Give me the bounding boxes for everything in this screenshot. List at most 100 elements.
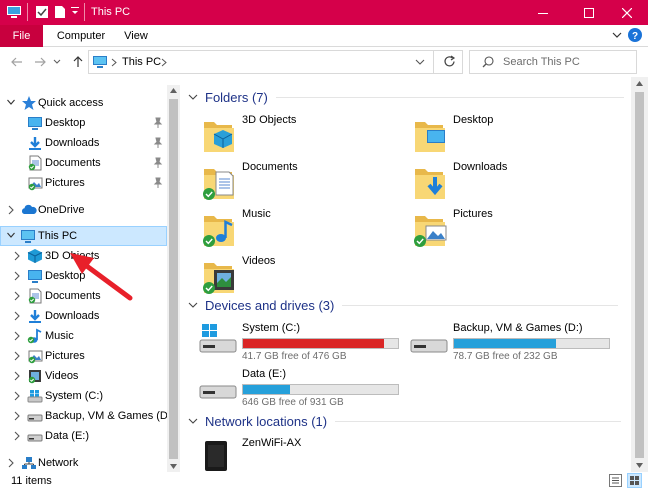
downloads-icon xyxy=(29,310,41,323)
drive-label: Data (E:) xyxy=(242,368,287,380)
pictures-icon xyxy=(28,350,43,364)
tab-file[interactable]: File xyxy=(0,25,43,47)
drive-usage-fill xyxy=(454,339,557,348)
close-button[interactable] xyxy=(604,0,648,25)
address-bar[interactable]: This PC xyxy=(88,50,463,74)
breadcrumb-separator-icon[interactable] xyxy=(111,58,117,67)
sidebar-item-desktop[interactable]: Desktop xyxy=(0,113,167,133)
content-pane[interactable]: Folders (7) 3D Objects Desktop Documents… xyxy=(180,77,631,472)
sidebar-item-data-e[interactable]: Data (E:) xyxy=(0,426,167,446)
folder-documents[interactable]: Documents xyxy=(202,159,402,205)
scrollbar-thumb[interactable] xyxy=(169,99,178,459)
desktop-icon xyxy=(28,270,42,283)
chevron-right-icon xyxy=(14,251,20,261)
pin-icon xyxy=(153,117,163,128)
chevron-right-icon xyxy=(14,371,20,381)
folder-videos[interactable]: Videos xyxy=(202,253,402,299)
drive-free-space: 646 GB free of 931 GB xyxy=(242,397,344,408)
documents-icon xyxy=(28,288,42,304)
videos-icon xyxy=(28,370,41,384)
back-button[interactable] xyxy=(8,53,26,71)
sidebar-item-downloads[interactable]: Downloads xyxy=(0,133,167,153)
computer-icon[interactable] xyxy=(6,5,22,19)
sidebar-item-label: Music xyxy=(45,330,74,342)
tab-view[interactable]: View xyxy=(116,25,156,47)
sidebar-item-this-pc[interactable]: This PC xyxy=(0,226,167,246)
folder-music[interactable]: Music xyxy=(202,206,402,252)
folder-label: Desktop xyxy=(453,114,494,126)
details-view-icon[interactable] xyxy=(609,474,622,487)
sidebar-item-music[interactable]: Music xyxy=(0,326,167,346)
sidebar-item-label: Downloads xyxy=(45,137,100,149)
pin-icon xyxy=(153,137,163,148)
folder-label: Music xyxy=(242,208,271,220)
group-label: Devices and drives (3) xyxy=(205,297,335,313)
title-bar: This PC xyxy=(0,0,648,25)
sidebar-item-network[interactable]: Network xyxy=(0,453,167,473)
drive-system-c[interactable]: System (C:) 41.7 GB free of 476 GB xyxy=(198,318,399,364)
drive-usage-bar xyxy=(242,384,399,395)
group-header-network[interactable]: Network locations (1) xyxy=(188,411,622,431)
drive-usage-bar xyxy=(242,338,399,349)
divider xyxy=(342,304,619,306)
minimize-button[interactable] xyxy=(520,0,566,25)
new-folder-icon[interactable] xyxy=(54,5,66,19)
drive-backup-d[interactable]: Backup, VM & Games (D:) 78.7 GB free of … xyxy=(409,318,610,364)
folder-3d-objects[interactable]: 3D Objects xyxy=(202,112,402,158)
large-icons-view-icon[interactable] xyxy=(627,473,642,488)
up-button[interactable] xyxy=(69,53,87,71)
breadcrumb[interactable]: This PC xyxy=(122,56,161,68)
group-header-devices[interactable]: Devices and drives (3) xyxy=(188,295,619,315)
sidebar-item-label: Data (E:) xyxy=(45,430,90,442)
tab-computer[interactable]: Computer xyxy=(51,25,111,47)
folder-desktop[interactable]: Desktop xyxy=(413,112,613,158)
recent-locations-button[interactable] xyxy=(52,53,62,71)
chevron-right-icon xyxy=(14,331,20,341)
nav-pane-scrollbar[interactable] xyxy=(167,85,180,472)
breadcrumb-separator-icon[interactable] xyxy=(161,58,167,67)
divider xyxy=(27,3,28,21)
help-icon[interactable]: ? xyxy=(628,28,642,42)
customize-dropdown-icon[interactable] xyxy=(71,7,79,17)
sidebar-item-onedrive[interactable]: OneDrive xyxy=(0,200,167,220)
sidebar-item-videos[interactable]: Videos xyxy=(0,366,167,386)
address-dropdown-icon[interactable] xyxy=(415,59,425,65)
group-header-folders[interactable]: Folders (7) xyxy=(188,87,624,107)
scroll-up-icon xyxy=(636,81,643,86)
chevron-right-icon xyxy=(14,271,20,281)
star-icon xyxy=(22,96,36,110)
sidebar-item-system-c[interactable]: System (C:) xyxy=(0,386,167,406)
sidebar-item-pictures[interactable]: Pictures xyxy=(0,346,167,366)
properties-icon[interactable] xyxy=(35,5,49,19)
folder-downloads[interactable]: Downloads xyxy=(413,159,613,205)
folder-pictures[interactable]: Pictures xyxy=(413,206,613,252)
sidebar-item-label: This PC xyxy=(38,230,78,242)
folder-label: Videos xyxy=(242,255,276,267)
pictures-icon xyxy=(28,177,43,191)
scroll-down-icon xyxy=(170,464,177,469)
chevron-right-icon xyxy=(8,458,14,468)
chevron-down-icon xyxy=(188,302,198,308)
drive-data-e[interactable]: Data (E:) 646 GB free of 931 GB xyxy=(198,364,399,410)
search-placeholder: Search This PC xyxy=(503,56,580,68)
navigation-pane[interactable]: Quick access Desktop Downloads Documents… xyxy=(0,85,180,472)
sidebar-item-label: Videos xyxy=(45,370,79,382)
this-pc-icon xyxy=(92,55,108,69)
sidebar-item-downloads[interactable]: Downloads xyxy=(0,306,167,326)
network-location-label: ZenWiFi-AX xyxy=(242,437,302,449)
folder-label: Downloads xyxy=(453,161,508,173)
search-input[interactable]: Search This PC xyxy=(469,50,637,74)
refresh-icon[interactable] xyxy=(443,55,456,68)
scrollbar-thumb[interactable] xyxy=(635,92,644,458)
expand-ribbon-icon[interactable] xyxy=(612,30,622,40)
status-bar: 11 items xyxy=(0,472,648,490)
desktop-folder-icon xyxy=(415,122,445,152)
chevron-down-icon xyxy=(188,94,198,100)
sidebar-item-documents[interactable]: Documents xyxy=(0,153,167,173)
sidebar-item-backup-d[interactable]: Backup, VM & Games (D:) xyxy=(0,406,175,426)
forward-button[interactable] xyxy=(31,53,49,71)
sidebar-item-quick-access[interactable]: Quick access xyxy=(0,93,167,113)
3d-objects-icon xyxy=(27,249,43,263)
content-scrollbar[interactable] xyxy=(631,77,648,472)
sidebar-item-pictures[interactable]: Pictures xyxy=(0,173,167,193)
